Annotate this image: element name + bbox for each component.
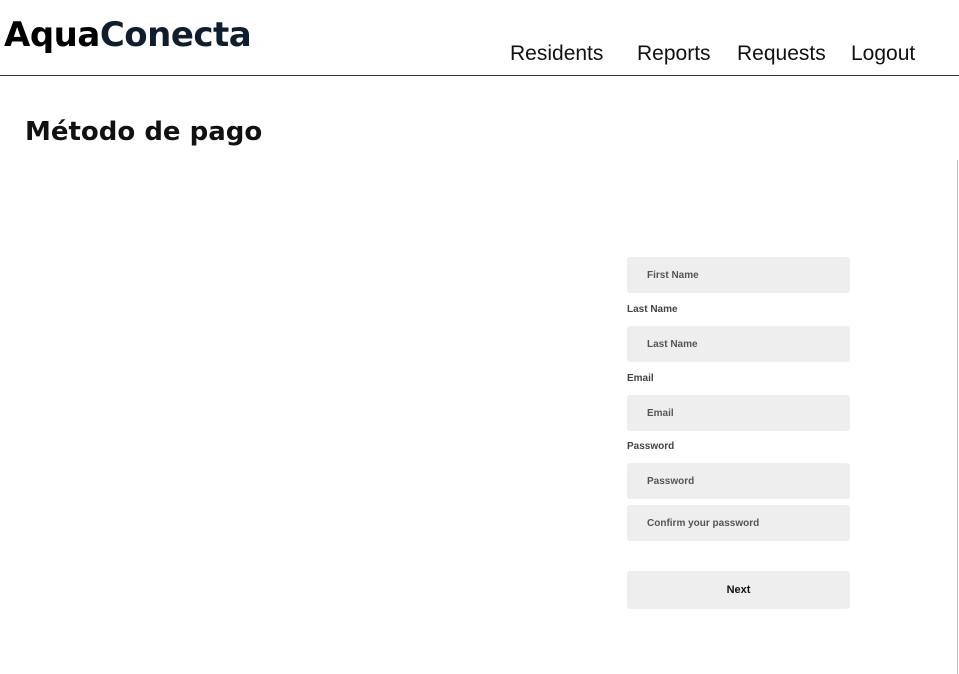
nav-residents-link[interactable]: Residents bbox=[510, 40, 603, 68]
next-button[interactable]: Next bbox=[627, 571, 850, 609]
page-title: Método de pago bbox=[25, 117, 263, 147]
nav-reports-link[interactable]: Reports bbox=[637, 40, 711, 68]
password-input[interactable] bbox=[627, 463, 850, 499]
nav-logout-link[interactable]: Logout bbox=[851, 40, 915, 68]
password-label: Password bbox=[627, 441, 675, 452]
top-header: AquaConecta Residents Reports Requests L… bbox=[0, 0, 959, 76]
logo-part-conecta: Conecta bbox=[99, 15, 252, 55]
email-label: Email bbox=[627, 373, 654, 384]
logo-part-aqua: Aqua bbox=[4, 15, 100, 55]
first-name-input[interactable] bbox=[627, 257, 850, 293]
brand-logo[interactable]: AquaConecta bbox=[4, 14, 252, 56]
right-edge-divider bbox=[957, 160, 958, 674]
last-name-input[interactable] bbox=[627, 326, 850, 362]
email-input[interactable] bbox=[627, 395, 850, 431]
confirm-password-input[interactable] bbox=[627, 505, 850, 541]
nav-requests-link[interactable]: Requests bbox=[737, 40, 826, 68]
last-name-label: Last Name bbox=[627, 304, 678, 315]
page: AquaConecta Residents Reports Requests L… bbox=[0, 0, 959, 674]
